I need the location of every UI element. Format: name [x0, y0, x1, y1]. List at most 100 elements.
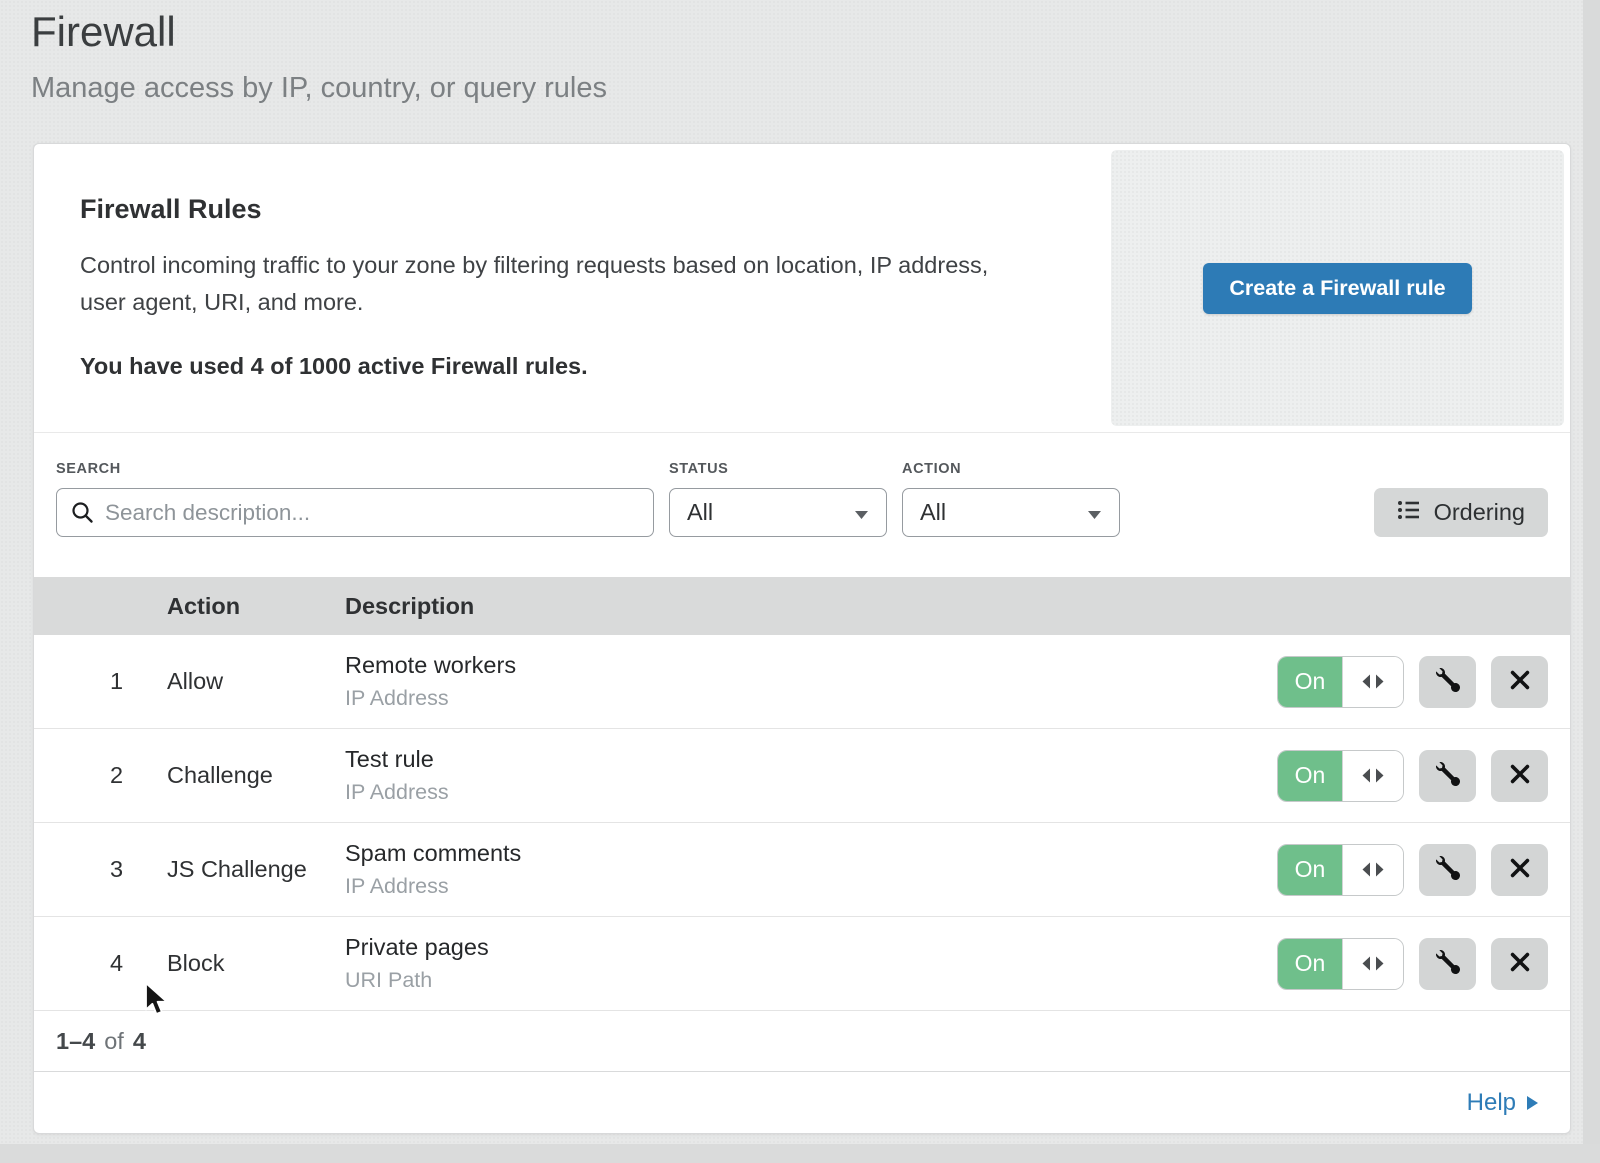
rule-status-toggle[interactable]: On — [1277, 750, 1404, 802]
table-row: 2 Challenge Test rule IP Address On — [34, 729, 1570, 823]
table-body: 1 Allow Remote workers IP Address On — [34, 635, 1570, 1011]
hero-action-panel: Create a Firewall rule — [1111, 150, 1564, 426]
rule-action: Challenge — [167, 762, 345, 789]
toggle-arrows-icon — [1361, 950, 1385, 977]
table-row: 3 JS Challenge Spam comments IP Address … — [34, 823, 1570, 917]
rule-index: 1 — [34, 668, 167, 695]
toggle-arrows-icon — [1361, 668, 1385, 695]
rule-controls: On — [1277, 750, 1548, 802]
rule-match-type: IP Address — [345, 874, 1277, 899]
edit-rule-button[interactable] — [1419, 844, 1476, 896]
search-input-wrap — [56, 488, 654, 537]
rule-action: Block — [167, 950, 345, 977]
close-icon — [1509, 857, 1531, 882]
delete-rule-button[interactable] — [1491, 938, 1548, 990]
action-filter-group: ACTION All — [902, 461, 1120, 537]
close-icon — [1509, 951, 1531, 976]
rule-controls: On — [1277, 844, 1548, 896]
wrench-icon — [1436, 668, 1460, 695]
rule-action: Allow — [167, 668, 345, 695]
edit-rule-button[interactable] — [1419, 656, 1476, 708]
search-icon — [71, 501, 94, 529]
status-select-value: All — [687, 499, 713, 526]
delete-rule-button[interactable] — [1491, 844, 1548, 896]
delete-rule-button[interactable] — [1491, 656, 1548, 708]
pagination-range: 1–4 — [56, 1028, 95, 1055]
status-label: STATUS — [669, 461, 887, 477]
rule-match-type: URI Path — [345, 968, 1277, 993]
rule-description: Private pages — [345, 934, 1277, 961]
hero-usage-count: You have used 4 of 1000 active Firewall … — [80, 353, 1051, 380]
rule-status-toggle[interactable]: On — [1277, 656, 1404, 708]
status-filter-group: STATUS All — [669, 461, 887, 537]
rule-description-cell: Test rule IP Address — [345, 746, 1277, 805]
action-select-value: All — [920, 499, 946, 526]
hero-description: Control incoming traffic to your zone by… — [80, 247, 1040, 321]
status-select[interactable]: All — [669, 488, 887, 537]
rule-match-type: IP Address — [345, 686, 1277, 711]
search-filter-group: SEARCH — [56, 461, 654, 537]
chevron-down-icon — [854, 499, 869, 526]
page-title: Firewall — [31, 6, 1600, 59]
rule-description-cell: Private pages URI Path — [345, 934, 1277, 993]
page-subtitle: Manage access by IP, country, or query r… — [31, 72, 1600, 105]
action-label: ACTION — [902, 461, 1120, 477]
toggle-on-label[interactable]: On — [1278, 845, 1342, 895]
close-icon — [1509, 669, 1531, 694]
toggle-arrows-icon — [1361, 762, 1385, 789]
rule-controls: On — [1277, 656, 1548, 708]
create-firewall-rule-button[interactable]: Create a Firewall rule — [1203, 263, 1471, 314]
mouse-cursor — [144, 982, 170, 1019]
action-select[interactable]: All — [902, 488, 1120, 537]
edit-rule-button[interactable] — [1419, 938, 1476, 990]
table-row: 1 Allow Remote workers IP Address On — [34, 635, 1570, 729]
help-link-label: Help — [1467, 1089, 1516, 1117]
pagination-separator: of — [104, 1028, 124, 1055]
close-icon — [1509, 763, 1531, 788]
ordering-list-icon — [1397, 499, 1421, 527]
rule-index: 3 — [34, 856, 167, 883]
hero-heading: Firewall Rules — [80, 194, 1051, 225]
firewall-rules-card: Firewall Rules Control incoming traffic … — [33, 143, 1571, 1134]
wrench-icon — [1436, 950, 1460, 977]
table-header: Action Description — [34, 577, 1570, 635]
rule-description-cell: Spam comments IP Address — [345, 840, 1277, 899]
rule-action: JS Challenge — [167, 856, 345, 883]
window-right-gutter — [1583, 0, 1600, 1163]
ordering-button[interactable]: Ordering — [1374, 488, 1548, 537]
rule-description: Spam comments — [345, 840, 1277, 867]
rule-controls: On — [1277, 938, 1548, 990]
wrench-icon — [1436, 856, 1460, 883]
rule-index: 4 — [34, 950, 167, 977]
card-footer: Help — [34, 1071, 1570, 1133]
rule-description: Test rule — [345, 746, 1277, 773]
table-row: 4 Block Private pages URI Path On — [34, 917, 1570, 1011]
search-input[interactable] — [56, 488, 654, 537]
toggle-arrows-icon — [1361, 856, 1385, 883]
search-label: SEARCH — [56, 461, 654, 477]
chevron-down-icon — [1087, 499, 1102, 526]
rule-match-type: IP Address — [345, 780, 1277, 805]
ordering-button-label: Ordering — [1434, 499, 1525, 526]
window-bottom-gutter — [0, 1144, 1600, 1163]
hero-text-block: Firewall Rules Control incoming traffic … — [34, 144, 1111, 432]
help-link[interactable]: Help — [1467, 1089, 1538, 1117]
delete-rule-button[interactable] — [1491, 750, 1548, 802]
toggle-handle[interactable] — [1342, 939, 1403, 989]
rule-status-toggle[interactable]: On — [1277, 938, 1404, 990]
toggle-on-label[interactable]: On — [1278, 939, 1342, 989]
toggle-handle[interactable] — [1342, 845, 1403, 895]
filter-bar: SEARCH STATUS All ACTION All — [34, 433, 1570, 577]
toggle-handle[interactable] — [1342, 657, 1403, 707]
description-column-header: Description — [345, 593, 1570, 620]
rule-description: Remote workers — [345, 652, 1277, 679]
page-header: Firewall Manage access by IP, country, o… — [0, 0, 1600, 105]
edit-rule-button[interactable] — [1419, 750, 1476, 802]
toggle-on-label[interactable]: On — [1278, 751, 1342, 801]
pagination: 1–4 of 4 — [34, 1011, 1570, 1071]
rule-status-toggle[interactable]: On — [1277, 844, 1404, 896]
toggle-on-label[interactable]: On — [1278, 657, 1342, 707]
action-column-header: Action — [167, 593, 345, 620]
rule-index: 2 — [34, 762, 167, 789]
toggle-handle[interactable] — [1342, 751, 1403, 801]
